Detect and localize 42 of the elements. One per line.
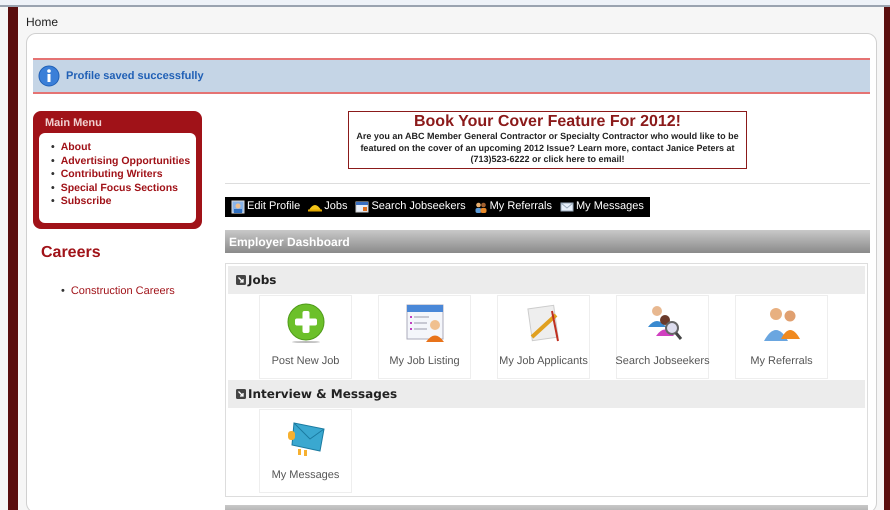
toolbar-link[interactable]: My Messages	[560, 198, 644, 215]
bullet: •	[51, 154, 55, 168]
toolbar-link[interactable]: Search Jobseekers	[355, 198, 466, 215]
careers-heading: Careers	[41, 242, 102, 263]
success-message: Profile saved successfully	[66, 68, 204, 84]
dashboard-tile[interactable]: My Job Applicants	[497, 295, 590, 379]
bullet: •	[51, 141, 55, 155]
ad-banner[interactable]	[348, 111, 747, 168]
profile-icon	[231, 200, 245, 214]
breadcrumb-link[interactable]: Home	[26, 13, 884, 33]
toolbar-link[interactable]: Jobs	[308, 198, 348, 215]
menu-link[interactable]: Subscribe	[60, 195, 112, 209]
section-title: Interview & Messages	[248, 386, 398, 403]
menu-link[interactable]: Contributing Writers	[60, 168, 163, 182]
dashboard-tile[interactable]: Post New Job	[259, 295, 352, 379]
bullet: •	[61, 284, 65, 299]
toolbar-link[interactable]: Edit Profile	[231, 198, 300, 215]
plus-icon	[286, 302, 326, 342]
banner-text: Are you an ABC Member General Contractor or Specialty Contractor who would like to be featured on the cover of an upcoming 2012 Issue? Learn more, contact Janice Peters at (713)523-6222 or click here to email!	[355, 131, 740, 166]
banner-title: Book Your Cover Feature For 2012!	[412, 113, 682, 131]
section-title: Jobs	[248, 272, 276, 289]
careers-link[interactable]: Construction Careers	[70, 282, 175, 300]
menu-link[interactable]: Special Focus Sections	[60, 182, 178, 196]
arrow-icon	[236, 275, 246, 285]
dashboard-header: Employer Dashboard	[225, 230, 870, 253]
menu-link[interactable]: Advertising Opportunities	[60, 154, 190, 168]
arrow-icon	[236, 389, 246, 399]
toolbar-link[interactable]: My Referrals	[474, 198, 552, 215]
menu-title: Main Menu	[45, 117, 103, 130]
dashboard-tile[interactable]: My Referrals	[735, 295, 828, 379]
menu-link[interactable]: About	[60, 141, 92, 155]
dashboard-tile[interactable]: My Job Listing	[378, 295, 471, 379]
dashboard-tile[interactable]: My Messages	[259, 409, 352, 493]
info-icon	[38, 65, 60, 87]
card-icon	[355, 200, 370, 214]
envelope-icon	[560, 200, 574, 214]
dashboard-tile[interactable]: Search Jobseekers	[616, 295, 709, 379]
bullet: •	[51, 168, 55, 182]
bullet: •	[51, 182, 55, 196]
people-icon	[474, 200, 488, 214]
list-person-icon	[404, 302, 444, 342]
bullet: •	[51, 195, 55, 209]
